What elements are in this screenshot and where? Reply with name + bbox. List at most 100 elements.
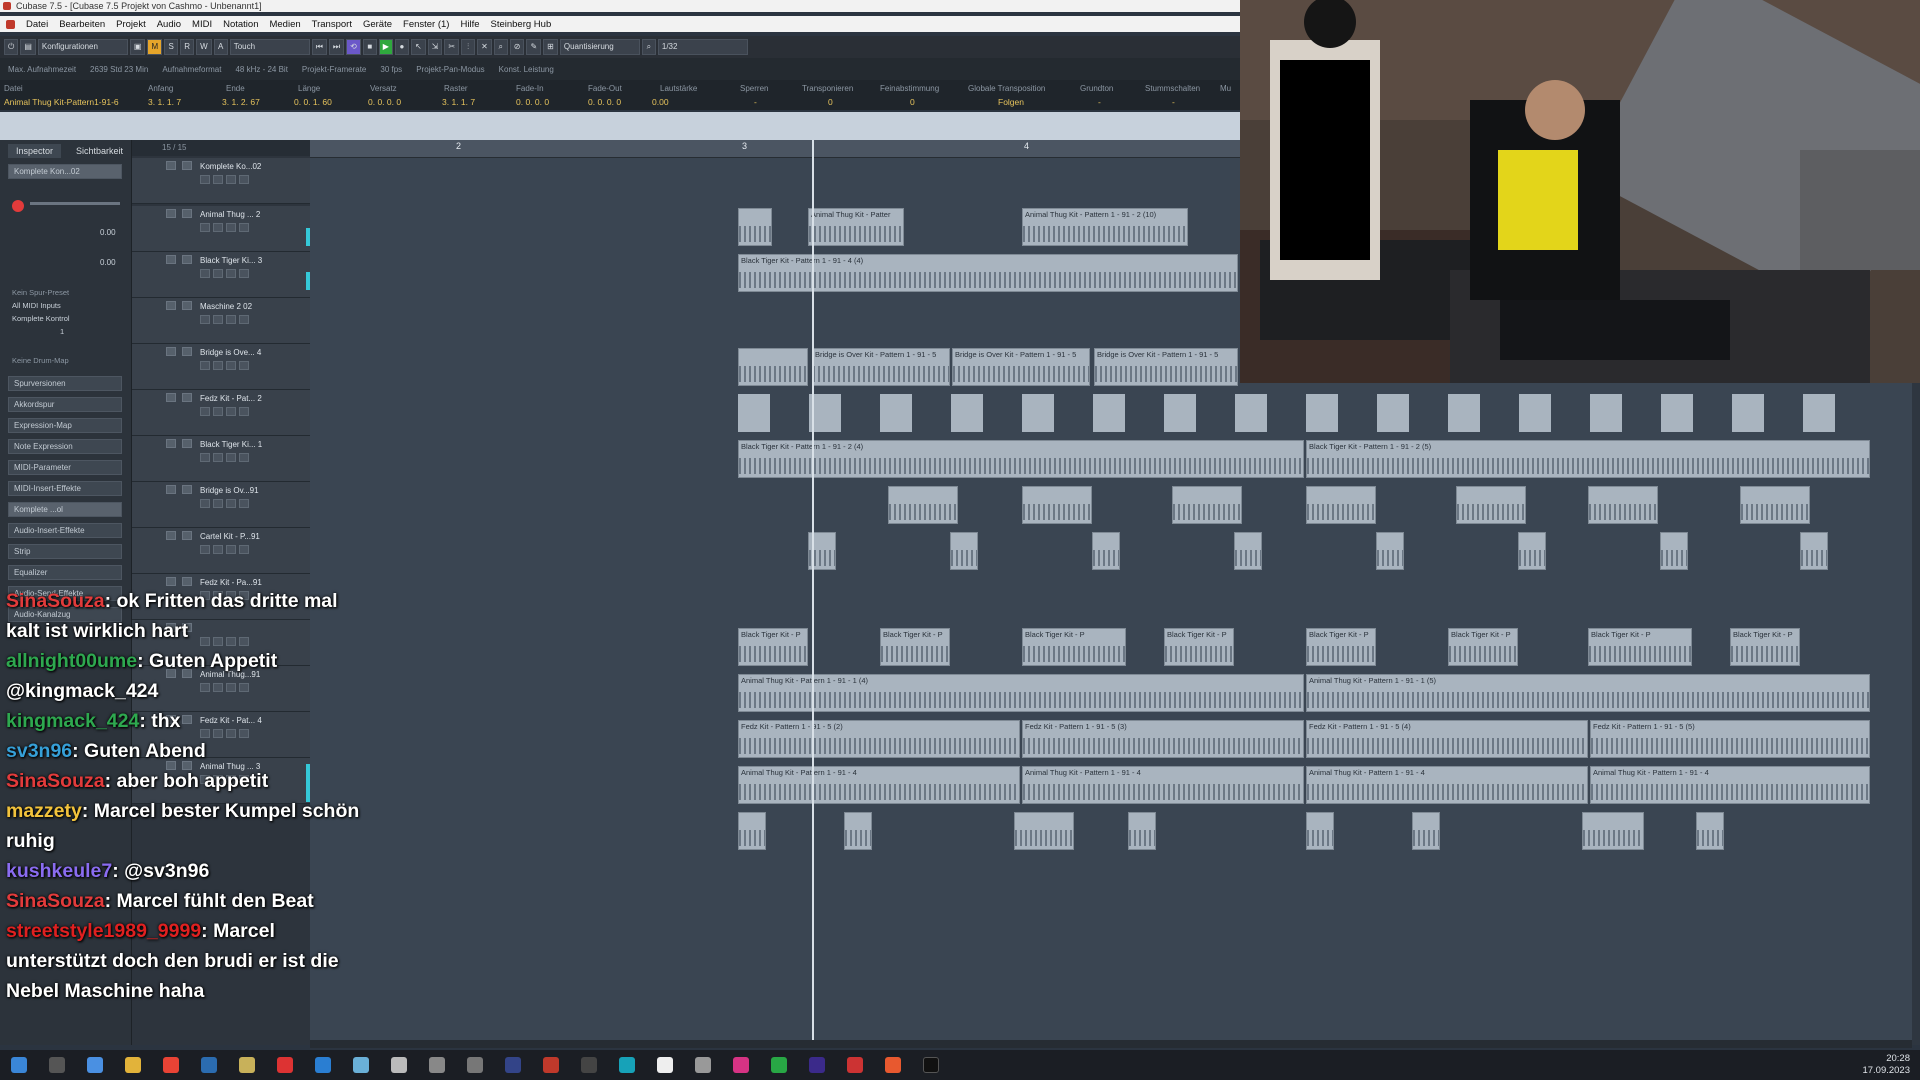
forward-icon[interactable]: ⏭ [328,39,345,55]
rewind-icon[interactable]: ⏮ [311,39,327,55]
snap-icon[interactable]: ⊞ [543,39,558,55]
cubase-menu-icon[interactable] [6,19,15,29]
record-enable-icon[interactable] [12,200,24,212]
track-row[interactable]: Animal Thug ... 2 [132,206,310,252]
info-value-offset[interactable]: 0. 0. 0. 0 [368,97,401,107]
track-preset[interactable]: Kein Spur-Preset [12,288,69,297]
app-icon[interactable] [771,1057,787,1073]
track-row[interactable]: Cartel Kit - P...91 [132,528,310,574]
quantize-preset-icon[interactable]: ⌕ [641,39,656,55]
section-komplete-instrument[interactable]: Komplete ...ol [8,502,122,517]
track-name[interactable]: Cartel Kit - P...91 [200,532,260,541]
track-name[interactable]: Fedz Kit - Pat... 2 [200,394,262,403]
info-value-volume[interactable]: 0.00 [652,97,669,107]
track-row[interactable]: Bridge is Ov...91 [132,482,310,528]
info-value-length[interactable]: 0. 0. 1. 60 [294,97,332,107]
ni-icon[interactable] [923,1057,939,1073]
record-icon[interactable]: ● [394,39,409,55]
chrome-icon[interactable] [163,1057,179,1073]
automation-mode-dropdown[interactable]: Touch [229,39,310,55]
app-icon[interactable] [733,1057,749,1073]
menu-audio[interactable]: Audio [157,19,181,30]
menu-notation[interactable]: Notation [223,19,258,30]
menu-geraete[interactable]: Geräte [363,19,392,30]
section-midi-insert[interactable]: MIDI-Insert-Effekte [8,481,122,496]
info-value-fadein[interactable]: 0. 0. 0. 0 [516,97,549,107]
app-icon[interactable] [581,1057,597,1073]
menu-steinberg-hub[interactable]: Steinberg Hub [491,19,552,30]
track-row[interactable]: Black Tiger Ki... 3 [132,252,310,298]
play-icon[interactable]: ▶ [378,39,393,55]
section-note-expression[interactable]: Note Expression [8,439,122,454]
app-icon[interactable] [695,1057,711,1073]
section-track-versions[interactable]: Spurversionen [8,376,122,391]
app-icon[interactable] [467,1057,483,1073]
inspector-track-name[interactable]: Komplete Kon...02 [8,164,122,179]
app-icon[interactable] [201,1057,217,1073]
app-icon[interactable] [277,1057,293,1073]
a-mode-button[interactable]: A [213,39,228,55]
store-icon[interactable] [87,1057,103,1073]
configurations-dropdown[interactable]: Konfigurationen [37,39,128,55]
layout-button[interactable]: ▤ [20,39,36,55]
info-value-fadeout[interactable]: 0. 0. 0. 0 [588,97,621,107]
menu-midi[interactable]: MIDI [192,19,212,30]
task-view-icon[interactable] [49,1057,65,1073]
menu-projekt[interactable]: Projekt [116,19,146,30]
erase-tool-icon[interactable]: ✕ [477,39,492,55]
tab-visibility[interactable]: Sichtbarkeit [68,144,131,158]
info-value-mute[interactable]: - [1172,97,1175,107]
range-tool-icon[interactable]: ⇲ [427,39,443,55]
drum-map[interactable]: Keine Drum-Map [12,356,69,365]
quantize-dropdown[interactable]: Quantisierung [559,39,640,55]
system-clock[interactable]: 20:28 17.09.2023 [1862,1053,1910,1077]
draw-tool-icon[interactable]: ✎ [526,39,542,55]
cycle-icon[interactable]: ⟲ [346,39,361,55]
app-icon[interactable] [847,1057,863,1073]
tab-inspector[interactable]: Inspector [8,144,62,158]
info-value-lock[interactable]: - [754,97,757,107]
track-row[interactable]: Bridge is Ove... 4 [132,344,310,390]
menu-fenster[interactable]: Fenster (1) [403,19,449,30]
track-name[interactable]: Maschine 2 02 [200,302,252,311]
volume-fader[interactable] [30,202,120,205]
menu-transport[interactable]: Transport [312,19,352,30]
lock-icon[interactable]: ▣ [129,39,146,55]
overview-strip[interactable] [0,112,1240,140]
track-row[interactable]: Fedz Kit - Pat... 2 [132,390,310,436]
write-mode-button[interactable]: W [196,39,212,55]
mute-mode-button[interactable]: M [147,39,163,55]
quantize-value-dropdown[interactable]: 1/32 [657,39,748,55]
mail-icon[interactable] [315,1057,331,1073]
menu-bearbeiten[interactable]: Bearbeiten [59,19,105,30]
info-value-global-transpose[interactable]: Folgen [998,97,1024,107]
glue-tool-icon[interactable]: ⫶ [461,39,476,55]
mute-tool-icon[interactable]: ⊘ [509,39,525,55]
start-icon[interactable] [11,1057,27,1073]
track-name[interactable]: Bridge is Ov...91 [200,486,259,495]
playback-cursor[interactable] [812,140,814,1045]
track-name[interactable]: Black Tiger Ki... 3 [200,256,262,265]
track-row[interactable]: Komplete Ko...02 [132,158,310,204]
app-icon[interactable] [885,1057,901,1073]
section-equalizer[interactable]: Equalizer [8,565,122,580]
stop-icon[interactable]: ■ [362,39,377,55]
info-value-root[interactable]: - [1098,97,1101,107]
menu-hilfe[interactable]: Hilfe [460,19,479,30]
split-tool-icon[interactable]: ✂ [444,39,460,55]
cubase-taskbar-icon[interactable] [543,1057,559,1073]
edge-icon[interactable] [619,1057,635,1073]
solo-mode-button[interactable]: S [164,39,179,55]
track-row[interactable]: Maschine 2 02 [132,298,310,344]
midi-channel[interactable]: 1 [60,327,64,336]
section-chord-track[interactable]: Akkordspur [8,397,122,412]
info-value-end[interactable]: 3. 1. 2. 67 [222,97,260,107]
track-name[interactable]: Animal Thug ... 2 [200,210,260,219]
app-icon[interactable] [391,1057,407,1073]
track-name[interactable]: Black Tiger Ki... 1 [200,440,262,449]
timeline-ruler[interactable]: 2 3 4 [310,140,1240,158]
activate-project-button[interactable]: ⏻ [4,39,19,55]
track-row[interactable]: Black Tiger Ki... 1 [132,436,310,482]
track-name[interactable]: Bridge is Ove... 4 [200,348,261,357]
info-value-file[interactable]: Animal Thug Kit-Pattern1-91-6 [4,97,119,107]
